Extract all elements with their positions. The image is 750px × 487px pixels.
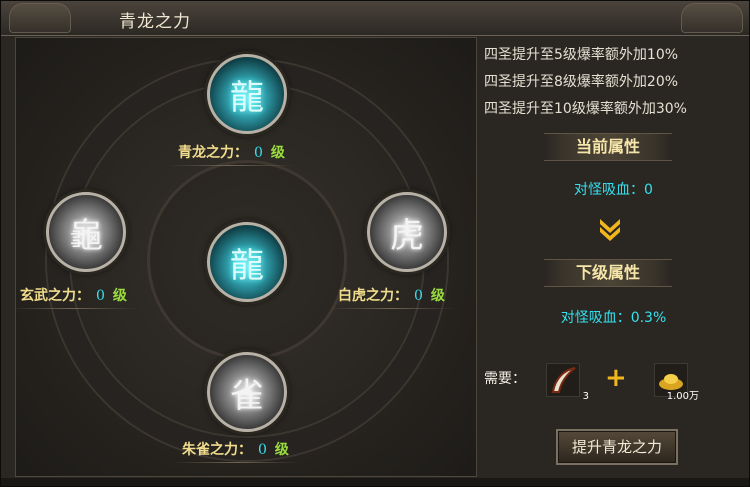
attribute-panel: 四圣提升至5级爆率额外加10% 四圣提升至8级爆率额外加20% 四圣提升至10级… — [478, 37, 749, 477]
baihu-level-suffix: 级 — [430, 288, 445, 304]
bottom-border — [1, 478, 749, 486]
tortoise-orb-icon[interactable]: 龜 — [46, 192, 126, 272]
requirement-label: 需要： — [484, 371, 526, 387]
claw-item-icon[interactable]: 3 — [546, 363, 589, 402]
current-attr-title: 当前属性 — [575, 137, 640, 156]
xuanwu-level: 0 — [96, 288, 105, 304]
upgrade-qinglong-button[interactable]: 提升青龙之力 — [556, 429, 678, 465]
skill-window: 青龙之力 龍 青龙之力： 0 级 龜 玄武之力： 0 级 龍 虎 白虎之力： 0 级 雀 朱… — [0, 0, 750, 487]
zhuque-level-label: 朱雀之力： 0 级 — [172, 439, 299, 463]
xuanwu-level-suffix: 级 — [112, 288, 127, 304]
xuanwu-level-label: 玄武之力： 0 级 — [16, 285, 137, 309]
dragon-center-icon: 龍 — [207, 222, 287, 302]
current-stat: 对怪吸血：0 — [574, 182, 653, 198]
gold-amount: 1.00万 — [666, 391, 699, 402]
window-title: 青龙之力 — [119, 12, 191, 32]
bonus-line-3: 四圣提升至10级爆率额外加30% — [484, 101, 687, 117]
zhuque-name: 朱雀之力： — [182, 442, 252, 458]
qinglong-name: 青龙之力： — [178, 145, 248, 161]
baihu-level-label: 白虎之力： 0 级 — [328, 285, 455, 309]
tiger-orb-icon[interactable]: 虎 — [367, 192, 447, 272]
qinglong-level: 0 — [254, 145, 263, 161]
dragon-orb-icon[interactable]: 龍 — [207, 54, 287, 134]
baihu-name: 白虎之力： — [338, 288, 408, 304]
bonus-line-2: 四圣提升至8级爆率额外加20% — [484, 74, 679, 90]
gold-ingot-icon[interactable]: 1.00万 — [654, 363, 699, 402]
plus-icon: + — [605, 363, 627, 393]
claw-item-graphic — [551, 367, 576, 393]
baihu-level: 0 — [414, 288, 423, 304]
title-bar: 青龙之力 — [1, 1, 749, 36]
current-attr-header: 当前属性 — [544, 133, 672, 161]
qinglong-level-suffix: 级 — [270, 145, 285, 161]
zhuque-level-suffix: 级 — [274, 442, 289, 458]
dragon-ornament-right-icon — [681, 3, 743, 33]
next-attr-title: 下级属性 — [575, 263, 640, 282]
phoenix-orb-icon[interactable]: 雀 — [207, 352, 287, 432]
next-stat: 对怪吸血：0.3% — [560, 310, 667, 326]
zhuque-level: 0 — [258, 442, 267, 458]
qinglong-level-label: 青龙之力： 0 级 — [168, 142, 295, 166]
dragon-ornament-left-icon — [9, 3, 71, 33]
next-attr-header: 下级属性 — [544, 259, 672, 287]
four-saints-panel: 龍 青龙之力： 0 级 龜 玄武之力： 0 级 龍 虎 白虎之力： 0 级 雀 朱雀之力： 0… — [15, 37, 477, 477]
chevron-down-icon — [600, 219, 620, 241]
item-count: 3 — [582, 391, 589, 402]
xuanwu-name: 玄武之力： — [20, 288, 90, 304]
bonus-line-1: 四圣提升至5级爆率额外加10% — [484, 47, 679, 63]
